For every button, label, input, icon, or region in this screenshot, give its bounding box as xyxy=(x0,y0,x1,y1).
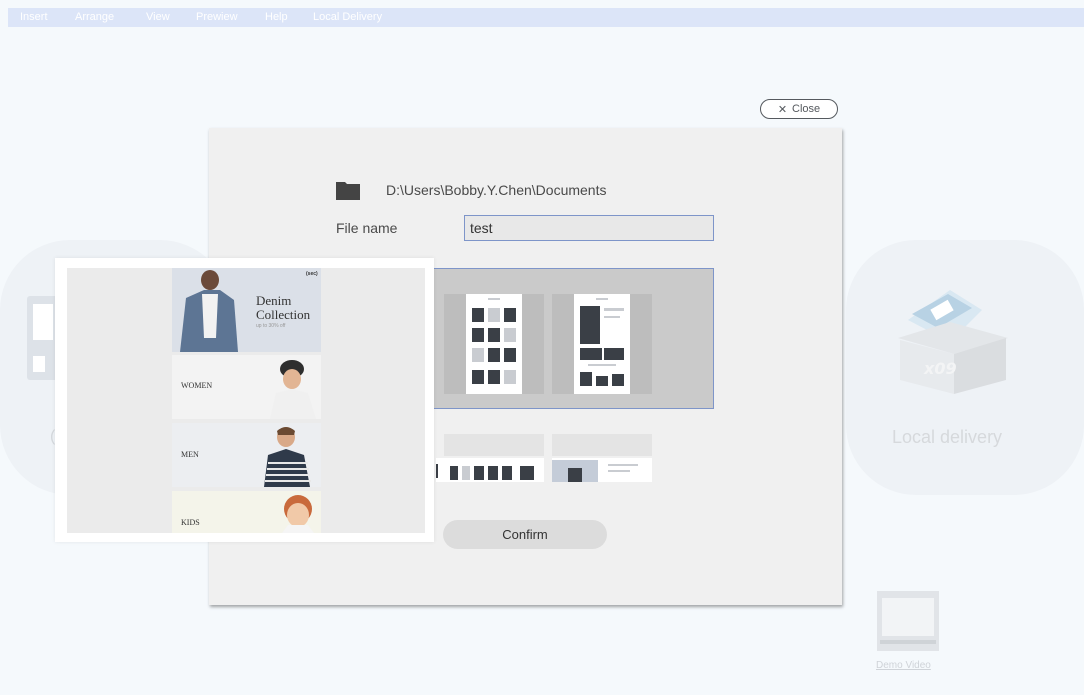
menu-preview[interactable]: Prewiew xyxy=(196,11,238,23)
template-tile xyxy=(472,348,484,362)
kids-model-image xyxy=(282,495,314,533)
banner-kids-label: KIDS xyxy=(181,518,200,527)
template-tile xyxy=(488,328,500,342)
file-name-input[interactable] xyxy=(464,215,714,241)
template-text xyxy=(604,316,620,318)
template-tile xyxy=(568,468,582,482)
local-delivery-label[interactable]: Local delivery xyxy=(892,427,1002,448)
svg-text:x09: x09 xyxy=(923,359,957,378)
template-text xyxy=(608,464,638,466)
template-tile xyxy=(504,308,516,322)
banner-men-label: MEN xyxy=(181,450,199,459)
template-tile xyxy=(604,348,624,360)
box-icon: x09 xyxy=(898,290,1008,394)
template-tile xyxy=(612,374,624,386)
template-thumbnail-4[interactable] xyxy=(552,434,652,456)
template-text xyxy=(608,470,630,472)
template-page-2 xyxy=(574,294,630,394)
template-tile xyxy=(462,466,470,480)
brand-badge: (sec) xyxy=(306,271,318,277)
template-tile xyxy=(504,348,516,362)
template-tile xyxy=(520,466,534,480)
template-tile xyxy=(504,370,516,384)
template-tile xyxy=(596,376,608,386)
template-thumbnail-4-image[interactable] xyxy=(552,458,652,482)
banner-men: MEN xyxy=(172,423,321,487)
women-model-image xyxy=(270,360,316,419)
template-text xyxy=(604,308,624,311)
template-tile xyxy=(488,348,500,362)
template-header xyxy=(596,298,608,300)
banner-kids: KIDS xyxy=(172,491,321,533)
close-icon: ✕ xyxy=(777,103,788,116)
banner-denim-title: Denim Collection xyxy=(256,293,311,322)
template-text xyxy=(588,364,616,366)
banner-women: WOMEN xyxy=(172,355,321,419)
close-button[interactable]: ✕ Close xyxy=(760,99,838,119)
template-tile xyxy=(450,466,458,480)
template-thumbnail-2[interactable] xyxy=(552,294,652,394)
template-tile xyxy=(502,466,512,480)
template-page-1 xyxy=(466,294,522,394)
template-hero xyxy=(580,306,600,344)
folder-icon[interactable] xyxy=(336,180,360,200)
menu-insert[interactable]: Insert xyxy=(20,11,48,23)
banner-denim: (sec) Denim Collection up to 30% off xyxy=(172,268,321,352)
template-header xyxy=(488,298,500,300)
template-tile xyxy=(472,328,484,342)
close-label: Close xyxy=(792,103,821,115)
banner-women-label: WOMEN xyxy=(181,381,213,390)
template-tile xyxy=(474,466,484,480)
template-thumbnail-3[interactable] xyxy=(444,434,544,456)
template-tile xyxy=(580,348,602,360)
file-name-label: File name xyxy=(336,220,398,236)
demo-video-link[interactable]: Demo Video xyxy=(876,660,931,671)
template-tile xyxy=(488,308,500,322)
menu-local-delivery[interactable]: Local Delivery xyxy=(313,11,382,23)
menu-help[interactable]: Help xyxy=(265,11,288,23)
template-tile xyxy=(472,308,484,322)
demo-video-icon[interactable] xyxy=(876,590,940,652)
banner-denim-subtitle: up to 30% off xyxy=(256,323,286,329)
folder-path: D:\Users\Bobby.Y.Chen\Documents xyxy=(386,182,607,198)
template-thumbnail-3-image[interactable] xyxy=(436,458,544,482)
menu-view[interactable]: View xyxy=(146,11,170,23)
template-tile xyxy=(488,370,500,384)
men-model-image xyxy=(264,427,311,487)
template-tile xyxy=(472,370,484,384)
menu-arrange[interactable]: Arrange xyxy=(75,11,114,23)
confirm-button[interactable]: Confirm xyxy=(443,520,607,549)
template-thumbnail-1[interactable] xyxy=(444,294,544,394)
template-tile xyxy=(504,328,516,342)
denim-model-image xyxy=(180,270,238,352)
template-tile xyxy=(580,372,592,386)
menu-bar: Insert Arrange View Prewiew Help Local D… xyxy=(8,8,1084,27)
template-tile xyxy=(488,466,498,480)
template-tile xyxy=(436,464,438,478)
